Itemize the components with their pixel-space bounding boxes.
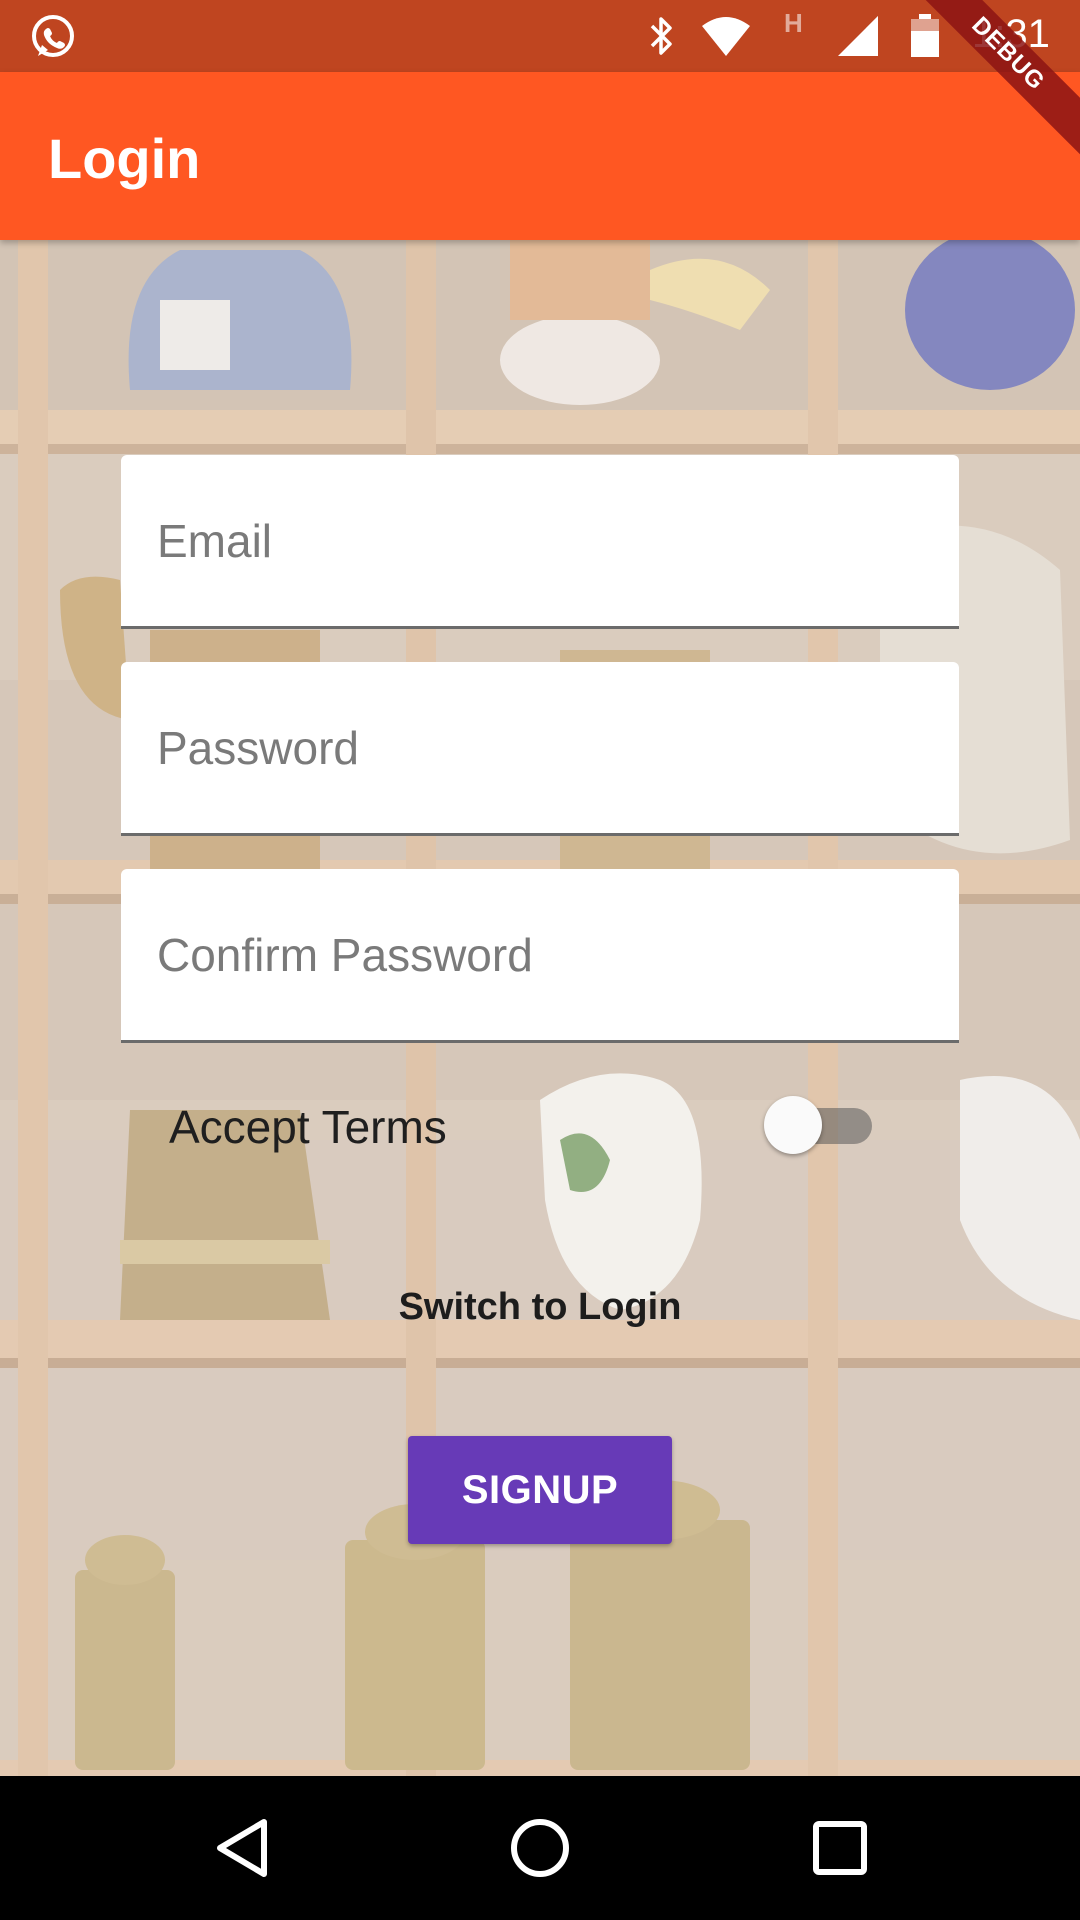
battery-icon [911,14,939,57]
signup-button[interactable]: SIGNUP [408,1436,672,1544]
back-icon[interactable] [206,1812,278,1884]
email-input[interactable] [157,509,927,573]
password-input[interactable] [157,716,927,780]
whatsapp-icon [32,15,74,57]
confirm-password-field[interactable] [121,869,959,1043]
page-title: Login [48,127,201,190]
switch-to-login-link[interactable]: Switch to Login [340,1286,740,1329]
navigation-bar [0,1776,1080,1920]
network-type-indicator: H [784,8,803,38]
wifi-icon [702,17,750,56]
confirm-password-input[interactable] [157,923,927,987]
status-bar: H 1:31 [0,0,1080,72]
bluetooth-icon [650,17,672,55]
login-form-area: Accept Terms Switch to Login SIGNUP [0,240,1080,1776]
recents-icon[interactable] [804,1812,876,1884]
switch-thumb [764,1096,822,1154]
home-icon[interactable] [504,1812,576,1884]
password-field[interactable] [121,662,959,836]
signal-icon [838,16,878,56]
accept-terms-label: Accept Terms [169,1101,447,1153]
accept-terms-switch[interactable] [762,1090,874,1160]
app-bar: Login [0,72,1080,240]
email-field[interactable] [121,455,959,629]
app-screen: H 1:31 DEBUG Login [0,0,1080,1920]
